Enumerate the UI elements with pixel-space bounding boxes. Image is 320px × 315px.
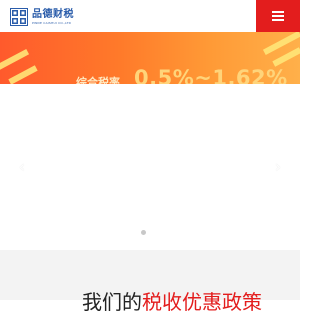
section-title-prefix: 我们的 [82,290,142,314]
carousel-prev-button[interactable]: ‹ [16,156,28,176]
hero-carousel[interactable]: 综合税率 0.5%~1.62% ‹ › [0,32,300,250]
section-title-highlight: 税收优惠政策 [142,290,262,314]
logo-cn: 品德财税 [32,8,74,20]
rate-value: 0.5%~1.62% [134,66,288,84]
site-header: 品德财税 PINDE CAISHUI CO.,LTD [0,0,300,32]
chevron-left-icon: ‹ [18,156,26,176]
hamburger-icon [272,11,284,21]
rate-label: 综合税率 [76,76,120,84]
policy-section: 我们的税收优惠政策 [0,250,300,314]
logo-icon [10,8,28,26]
banner-image: 综合税率 0.5%~1.62% [0,32,300,84]
carousel-next-button[interactable]: › [272,156,284,176]
carousel-dot[interactable] [141,230,146,235]
section-title: 我们的税收优惠政策 [82,286,262,315]
menu-button[interactable] [256,0,300,32]
logo-text: 品德财税 PINDE CAISHUI CO.,LTD [32,8,74,25]
logo-en: PINDE CAISHUI CO.,LTD [32,20,72,25]
chevron-right-icon: › [274,156,282,176]
site-logo[interactable]: 品德财税 PINDE CAISHUI CO.,LTD [10,8,74,26]
